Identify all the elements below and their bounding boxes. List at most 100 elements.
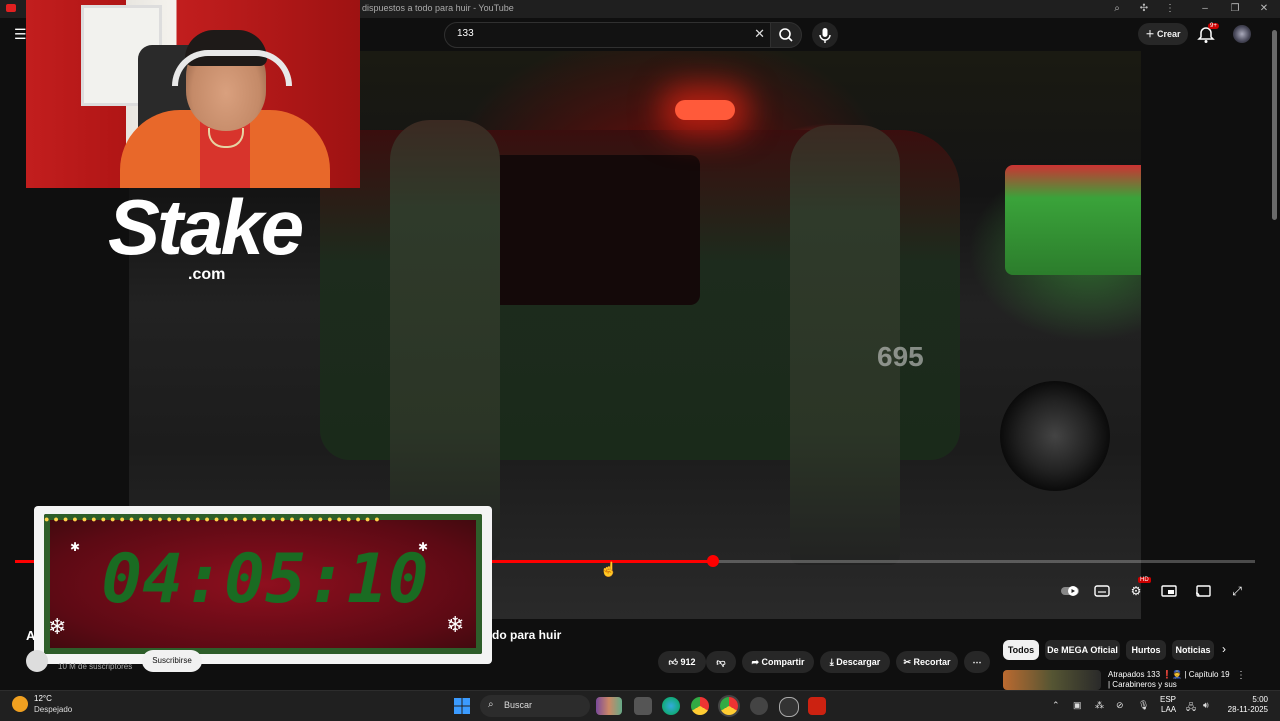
channel-avatar[interactable] [26, 650, 48, 672]
media-player-icon[interactable] [779, 697, 799, 717]
voice-search-button[interactable] [812, 22, 838, 48]
hd-badge: HD [1138, 577, 1151, 583]
download-button[interactable]: ⤓ Descargar [820, 651, 890, 673]
chevron-right-icon[interactable]: › [1222, 642, 1226, 656]
recommendation-thumbnail[interactable] [1003, 670, 1101, 690]
taskbar-search-label: Buscar [504, 700, 533, 710]
window-title: es dispuestos a todo para huir - YouTube [350, 3, 514, 13]
scissors-icon: ✂ [903, 657, 914, 667]
dislike-button[interactable]: 👎︎ [706, 651, 736, 673]
create-button[interactable]: ＋ Crear [1138, 23, 1188, 45]
tray-chevron-icon[interactable]: ⌃ [1052, 700, 1060, 711]
microphone-icon[interactable]: 🎙︎ [1138, 700, 1149, 711]
search-icon [779, 28, 793, 42]
stake-logo: Stake [108, 183, 304, 271]
task-view-icon[interactable] [634, 697, 652, 715]
recommendation-title[interactable]: Atrapados 133 ❗👮 | Capítulo 19 | Carabin… [1108, 670, 1233, 690]
share-button[interactable]: ➦ Compartir [742, 651, 814, 673]
countdown-timer: 04:05:10 [101, 540, 429, 619]
chip-all[interactable]: Todos [1003, 640, 1039, 660]
cast-button[interactable] [1193, 582, 1213, 600]
download-label: Descargar [836, 657, 881, 667]
create-label: Crear [1157, 29, 1181, 39]
fullscreen-button[interactable]: ⤢ [1227, 582, 1247, 600]
share-label: Compartir [761, 657, 805, 667]
more-vert-icon[interactable]: ⋮ [1236, 670, 1246, 681]
mouse-cursor-icon: ☝ [600, 561, 618, 577]
microphone-icon [819, 28, 831, 43]
windows-start-icon[interactable] [454, 698, 470, 714]
car-number-text: 695 [877, 341, 924, 372]
search-icon: ⌕ [488, 699, 494, 710]
account-avatar[interactable] [1233, 25, 1251, 43]
clear-search-icon[interactable]: ✕ [754, 26, 765, 42]
stake-logo-domain: .com [188, 266, 226, 283]
more-actions-button[interactable]: ⋯ [964, 651, 990, 673]
page-scrollbar[interactable] [1272, 30, 1277, 220]
plus-icon: ＋ [1145, 29, 1157, 39]
network-icon[interactable]: 🖧︎ [1186, 700, 1196, 716]
volume-icon[interactable]: 🔊︎ [1203, 700, 1209, 711]
christmas-lights: ●●●●●●●●●●●●●●●●●●●●●●●●●●●●●●●●●●●● [44, 514, 384, 524]
siren-light [675, 100, 735, 120]
streamer-webcam [26, 0, 360, 188]
hamburger-menu-icon[interactable]: ☰ [14, 26, 27, 43]
subscriber-count: 10 M de suscriptores [58, 662, 133, 671]
minimize-icon[interactable]: – [1198, 2, 1212, 16]
search-icon[interactable]: ⌕ [1110, 2, 1124, 16]
close-icon[interactable]: ✕ [1257, 2, 1271, 16]
car-wheel [1000, 381, 1110, 491]
chrome-active-icon[interactable] [720, 697, 738, 715]
search-button[interactable] [770, 22, 802, 48]
weather-sun-icon[interactable] [12, 696, 28, 712]
chip-mega-oficial[interactable]: De MEGA Oficial [1045, 640, 1120, 660]
restore-icon[interactable]: ❐ [1228, 2, 1242, 16]
taskbar-search[interactable]: ⌕ Buscar [480, 695, 590, 717]
thumbs-up-icon: 👍︎ [668, 657, 681, 667]
thumbs-down-icon: 👎︎ [716, 657, 726, 667]
clock-time[interactable]: 5:00 [1224, 695, 1268, 704]
headset [172, 50, 292, 86]
clock-date[interactable]: 28-11-2025 [1224, 705, 1268, 714]
officer-left [390, 120, 500, 560]
youtube-app-icon[interactable] [808, 697, 826, 715]
windows-taskbar: 12°C Despejado ⌕ Buscar ⌃ ▣ ⁂ ⊘ 🎙︎ ESP L… [0, 690, 1280, 721]
search-highlight-icon[interactable] [596, 697, 622, 715]
gear-icon: ⚙ [1130, 584, 1142, 598]
like-count: 912 [680, 657, 696, 667]
cast-icon [1195, 585, 1211, 597]
youtube-favicon-icon [6, 4, 16, 12]
subtitles-button[interactable] [1092, 582, 1112, 600]
search-input[interactable]: 133 ✕ [444, 22, 772, 48]
clip-label: Recortar [913, 657, 951, 667]
subtitles-icon [1094, 585, 1110, 597]
chip-hurtos[interactable]: Hurtos [1126, 640, 1166, 660]
autoplay-toggle[interactable] [1060, 582, 1080, 600]
share-icon: ➦ [751, 657, 762, 667]
fullscreen-icon: ⤢ [1232, 584, 1242, 598]
app-icon[interactable] [750, 697, 768, 715]
miniplayer-button[interactable] [1159, 582, 1179, 600]
menu-dots-icon[interactable]: ⋮ [1163, 2, 1177, 16]
like-button[interactable]: 👍︎ 912 [658, 651, 706, 673]
scrubber-knob[interactable] [707, 555, 719, 567]
second-patrol-car [1005, 165, 1141, 275]
keyboard-layout[interactable]: LAA [1161, 705, 1176, 714]
chip-noticias[interactable]: Noticias [1172, 640, 1214, 660]
tray-grid-icon[interactable]: ⁂ [1095, 700, 1104, 711]
tray-nomic-icon[interactable]: ⊘ [1116, 700, 1124, 711]
keyboard-language[interactable]: ESP [1160, 695, 1176, 704]
settings-button[interactable]: ⚙ [1126, 582, 1146, 600]
extensions-icon[interactable]: ✣ [1137, 2, 1151, 16]
weather-description[interactable]: Despejado [34, 705, 72, 714]
chrome-icon[interactable] [691, 697, 709, 715]
notification-badge: 9+ [1208, 23, 1219, 29]
subscribe-button[interactable]: Suscribirse [142, 650, 202, 672]
miniplayer-icon [1161, 585, 1177, 597]
weather-temperature[interactable]: 12°C [34, 694, 52, 703]
video-title-start: A [26, 628, 36, 643]
edge-browser-icon[interactable] [662, 697, 680, 715]
tray-app-icon[interactable]: ▣ [1073, 700, 1082, 711]
video-title-end: do para huir [492, 628, 562, 642]
clip-button[interactable]: ✂ Recortar [896, 651, 958, 673]
